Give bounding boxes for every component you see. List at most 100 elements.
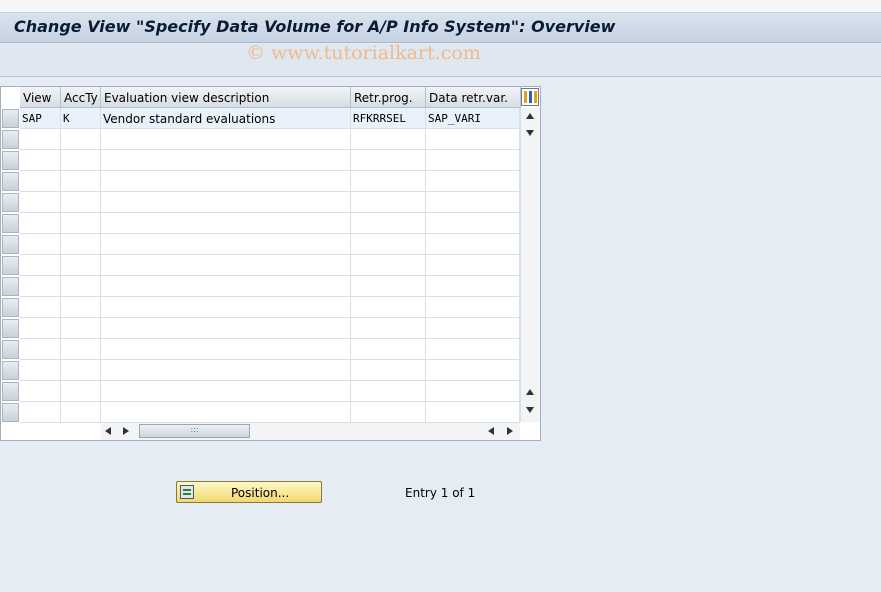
row-selector-button[interactable] [2, 361, 19, 380]
cell-retr-prog[interactable]: RFKRRSEL [351, 108, 426, 128]
table-cell-empty[interactable] [101, 339, 351, 359]
scroll-thumb[interactable]: ::: [139, 424, 250, 438]
scroll-right-icon[interactable] [123, 427, 129, 435]
table-cell-empty[interactable] [101, 402, 351, 422]
table-cell-empty[interactable] [61, 150, 101, 170]
table-cell-empty[interactable] [351, 255, 426, 275]
table-cell-empty[interactable] [61, 318, 101, 338]
table-cell-empty[interactable] [351, 360, 426, 380]
table-cell-empty[interactable] [20, 297, 61, 317]
table-settings-icon[interactable] [521, 88, 539, 106]
table-cell-empty[interactable] [101, 234, 351, 254]
table-row-empty[interactable] [20, 381, 520, 402]
table-cell-empty[interactable] [426, 171, 520, 191]
table-cell-empty[interactable] [426, 360, 520, 380]
table-cell-empty[interactable] [20, 192, 61, 212]
table-row-empty[interactable] [20, 255, 520, 276]
table-cell-empty[interactable] [20, 234, 61, 254]
table-cell-empty[interactable] [61, 360, 101, 380]
table-cell-empty[interactable] [101, 171, 351, 191]
table-row-empty[interactable] [20, 213, 520, 234]
table-cell-empty[interactable] [351, 129, 426, 149]
table-row-empty[interactable] [20, 339, 520, 360]
table-cell-empty[interactable] [101, 318, 351, 338]
scroll-down-icon[interactable] [526, 130, 534, 136]
table-cell-empty[interactable] [20, 171, 61, 191]
table-cell-empty[interactable] [61, 381, 101, 401]
table-row-empty[interactable] [20, 402, 520, 423]
table-cell-empty[interactable] [426, 276, 520, 296]
table-cell-empty[interactable] [351, 171, 426, 191]
table-cell-empty[interactable] [426, 402, 520, 422]
table-cell-empty[interactable] [426, 234, 520, 254]
table-cell-empty[interactable] [351, 234, 426, 254]
table-row[interactable]: SAP K Vendor standard evaluations RFKRRS… [20, 108, 520, 129]
table-row-empty[interactable] [20, 276, 520, 297]
row-selector-button[interactable] [2, 172, 19, 191]
table-cell-empty[interactable] [20, 402, 61, 422]
column-header-data-retr-var[interactable]: Data retr.var. [426, 87, 521, 108]
table-cell-empty[interactable] [426, 192, 520, 212]
row-selector-button[interactable] [2, 277, 19, 296]
table-cell-empty[interactable] [351, 192, 426, 212]
table-row-empty[interactable] [20, 150, 520, 171]
row-selector-button[interactable] [2, 151, 19, 170]
table-cell-empty[interactable] [20, 213, 61, 233]
row-selector-button[interactable] [2, 130, 19, 149]
table-cell-empty[interactable] [101, 360, 351, 380]
row-selector-button[interactable] [2, 235, 19, 254]
cell-data-retr-var[interactable]: SAP_VARI [426, 108, 520, 128]
cell-accty[interactable]: K [61, 108, 101, 128]
table-cell-empty[interactable] [351, 339, 426, 359]
table-cell-empty[interactable] [61, 276, 101, 296]
table-row-empty[interactable] [20, 171, 520, 192]
table-cell-empty[interactable] [61, 192, 101, 212]
table-cell-empty[interactable] [426, 297, 520, 317]
table-cell-empty[interactable] [351, 297, 426, 317]
table-row-empty[interactable] [20, 192, 520, 213]
cell-view[interactable]: SAP [20, 108, 61, 128]
table-cell-empty[interactable] [61, 234, 101, 254]
column-header-description[interactable]: Evaluation view description [101, 87, 351, 108]
table-cell-empty[interactable] [20, 255, 61, 275]
table-cell-empty[interactable] [61, 297, 101, 317]
table-cell-empty[interactable] [426, 213, 520, 233]
table-row-empty[interactable] [20, 297, 520, 318]
table-cell-empty[interactable] [61, 402, 101, 422]
vertical-scrollbar[interactable] [520, 108, 540, 422]
table-cell-empty[interactable] [61, 255, 101, 275]
column-header-retr-prog[interactable]: Retr.prog. [351, 87, 426, 108]
table-cell-empty[interactable] [351, 381, 426, 401]
column-header-view[interactable]: View [20, 87, 61, 108]
row-selector-button[interactable] [2, 214, 19, 233]
table-row-empty[interactable] [20, 360, 520, 381]
row-selector-button[interactable] [2, 319, 19, 338]
table-cell-empty[interactable] [61, 171, 101, 191]
page-down-icon[interactable] [526, 407, 534, 413]
table-cell-empty[interactable] [101, 276, 351, 296]
table-cell-empty[interactable] [101, 192, 351, 212]
table-cell-empty[interactable] [61, 129, 101, 149]
table-cell-empty[interactable] [351, 276, 426, 296]
table-cell-empty[interactable] [351, 318, 426, 338]
table-cell-empty[interactable] [101, 297, 351, 317]
scroll-up-icon[interactable] [526, 113, 534, 119]
table-cell-empty[interactable] [101, 255, 351, 275]
table-cell-empty[interactable] [426, 255, 520, 275]
table-row-empty[interactable] [20, 129, 520, 150]
table-cell-empty[interactable] [101, 129, 351, 149]
table-cell-empty[interactable] [101, 213, 351, 233]
table-cell-empty[interactable] [426, 129, 520, 149]
table-cell-empty[interactable] [101, 150, 351, 170]
row-selector-button[interactable] [2, 298, 19, 317]
page-up-icon[interactable] [526, 389, 534, 395]
table-row-empty[interactable] [20, 234, 520, 255]
table-cell-empty[interactable] [426, 318, 520, 338]
cell-description[interactable]: Vendor standard evaluations [101, 108, 351, 128]
row-selector-button[interactable] [2, 193, 19, 212]
scroll-left-icon[interactable] [105, 427, 111, 435]
table-cell-empty[interactable] [426, 339, 520, 359]
row-selector-button[interactable] [2, 256, 19, 275]
table-cell-empty[interactable] [20, 339, 61, 359]
table-cell-empty[interactable] [20, 276, 61, 296]
